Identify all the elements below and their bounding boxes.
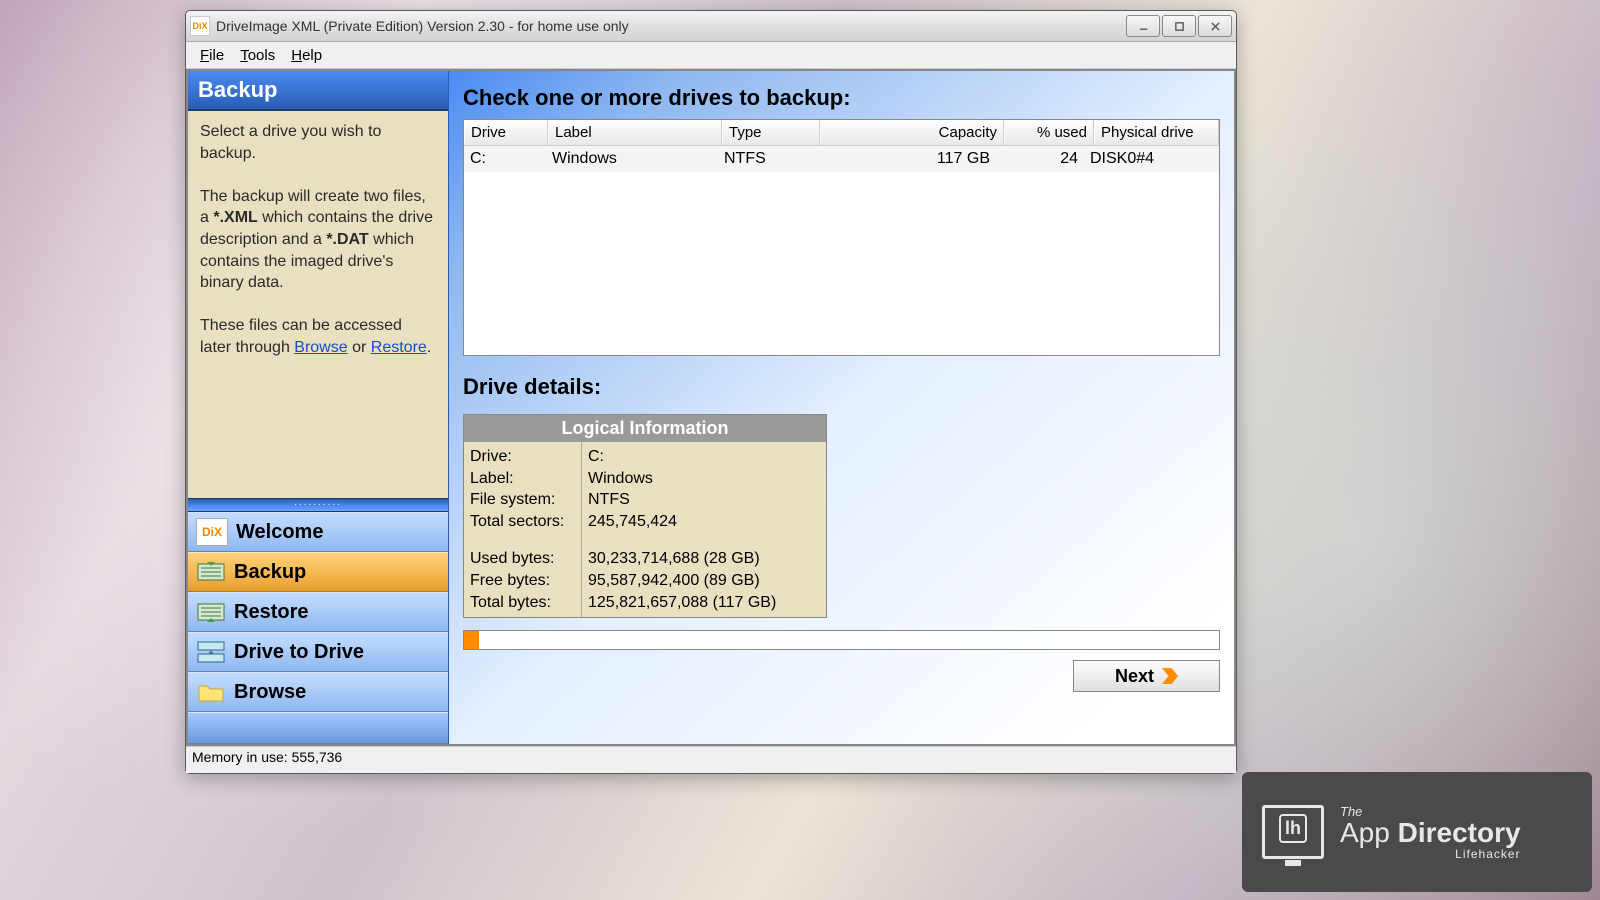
app-icon: DiX (190, 16, 210, 36)
label-drive: Drive: (470, 446, 575, 468)
details-box: Logical Information Drive: Label: File s… (463, 414, 827, 618)
arrow-right-icon (1162, 668, 1178, 684)
value-sectors: 245,745,424 (588, 511, 820, 533)
close-button[interactable] (1198, 15, 1232, 37)
link-browse[interactable]: Browse (294, 339, 347, 356)
nav-restore[interactable]: Restore (188, 592, 448, 632)
value-fs: NTFS (588, 489, 820, 511)
nav-filler (188, 712, 448, 744)
menu-help[interactable]: Help (283, 45, 330, 66)
watermark-logo: lh The App Directory Lifehacker (1242, 772, 1592, 892)
sidebar-header: Backup (188, 71, 448, 111)
menubar: File Tools Help (186, 42, 1236, 69)
label-label: Label: (470, 468, 575, 490)
nav-browse[interactable]: Browse (188, 672, 448, 712)
drives-table[interactable]: Drive Label Type Capacity % used Physica… (463, 119, 1220, 356)
app-window: DiX DriveImage XML (Private Edition) Ver… (185, 10, 1237, 774)
welcome-icon: DiX (196, 518, 228, 546)
minimize-button[interactable] (1126, 15, 1160, 37)
sidebar-description: Select a drive you wish to backup. The b… (188, 111, 448, 369)
label-sectors: Total sectors: (470, 511, 575, 533)
nav-drive-to-drive[interactable]: Drive to Drive (188, 632, 448, 672)
status-bar: Memory in use: 555,736 (186, 746, 1236, 773)
drives-heading: Check one or more drives to backup: (463, 85, 1220, 111)
progress-bar (463, 630, 1220, 650)
sidebar-separator[interactable]: ∙∙∙∙∙∙∙∙∙∙ (188, 498, 448, 512)
menu-file[interactable]: File (192, 45, 232, 66)
table-row[interactable]: C: Windows NTFS 117 GB 24 DISK0#4 (464, 146, 1219, 172)
link-restore[interactable]: Restore (371, 339, 427, 356)
value-used: 30,233,714,688 (28 GB) (588, 548, 820, 570)
details-title: Logical Information (464, 415, 826, 442)
main-panel: Check one or more drives to backup: Driv… (449, 71, 1234, 744)
next-button[interactable]: Next (1073, 660, 1220, 692)
col-physical[interactable]: Physical drive (1094, 120, 1219, 145)
table-header: Drive Label Type Capacity % used Physica… (464, 120, 1219, 146)
col-used[interactable]: % used (1004, 120, 1094, 145)
backup-icon (196, 559, 226, 585)
maximize-button[interactable] (1162, 15, 1196, 37)
col-label[interactable]: Label (548, 120, 722, 145)
value-drive: C: (588, 446, 820, 468)
titlebar[interactable]: DiX DriveImage XML (Private Edition) Ver… (186, 11, 1236, 42)
value-total: 125,821,657,088 (117 GB) (588, 592, 820, 614)
sidebar: Backup Select a drive you wish to backup… (188, 71, 449, 744)
progress-fill (464, 631, 479, 649)
label-total: Total bytes: (470, 592, 575, 614)
restore-icon (196, 599, 226, 625)
monitor-icon: lh (1262, 805, 1324, 859)
col-drive[interactable]: Drive (464, 120, 548, 145)
nav-backup[interactable]: Backup (188, 552, 448, 592)
details-heading: Drive details: (463, 374, 1220, 400)
label-fs: File system: (470, 489, 575, 511)
col-capacity[interactable]: Capacity (820, 120, 1004, 145)
nav: DiX Welcome Backup Restore Drive to Driv… (188, 512, 448, 744)
col-type[interactable]: Type (722, 120, 820, 145)
folder-icon (196, 679, 226, 705)
window-title: DriveImage XML (Private Edition) Version… (216, 18, 1126, 34)
label-used: Used bytes: (470, 548, 575, 570)
nav-welcome[interactable]: DiX Welcome (188, 512, 448, 552)
value-label: Windows (588, 468, 820, 490)
drive-to-drive-icon (196, 639, 226, 665)
menu-tools[interactable]: Tools (232, 45, 283, 66)
value-free: 95,587,942,400 (89 GB) (588, 570, 820, 592)
label-free: Free bytes: (470, 570, 575, 592)
desktop-background: DiX DriveImage XML (Private Edition) Ver… (0, 0, 1600, 900)
